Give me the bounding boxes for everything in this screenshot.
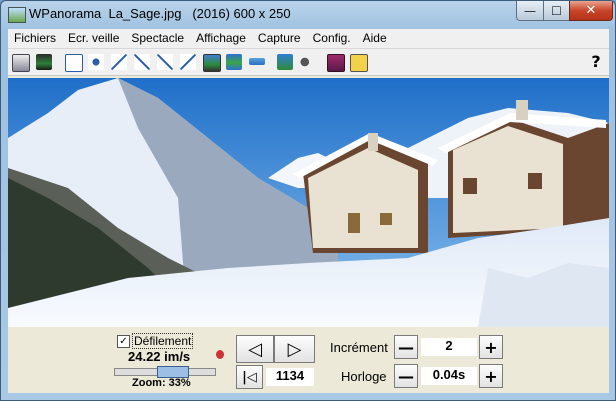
open-icon[interactable] (10, 52, 30, 72)
frame-field[interactable]: 1134 (266, 368, 314, 386)
clock-field[interactable]: 0.04s (421, 367, 477, 385)
increment-minus-button[interactable]: — (394, 335, 418, 359)
speed-indicator-icon (216, 350, 224, 359)
tree-icon[interactable] (275, 52, 295, 72)
minus-icon: — (398, 337, 414, 357)
clock-plus-button[interactable]: + (479, 364, 503, 388)
menu-affichage[interactable]: Affichage (190, 29, 252, 48)
increment-label: Incrément (330, 340, 388, 355)
increment-field[interactable]: 2 (421, 338, 477, 356)
menu-spectacle[interactable]: Spectacle (125, 29, 190, 48)
strip-icon[interactable] (247, 52, 267, 72)
expand-icon[interactable] (132, 52, 152, 72)
close-button[interactable]: ✕ (569, 1, 613, 21)
menu-bar: Fichiers Ecr. veille Spectacle Affichage… (8, 29, 609, 49)
toolbar: ? (8, 49, 609, 76)
clock-label: Horloge (341, 369, 387, 384)
app-icon (8, 7, 26, 23)
move-icon[interactable] (86, 52, 106, 72)
plus-icon: + (484, 366, 498, 386)
zoom-label: Zoom: 33% (132, 377, 191, 389)
scroll-checkbox[interactable]: ✓ (117, 335, 130, 348)
increment-plus-button[interactable]: + (479, 335, 503, 359)
title-bar[interactable]: WPanorama La_Sage.jpg (2016) 600 x 250 —… (1, 1, 615, 29)
client-area: Fichiers Ecr. veille Spectacle Affichage… (8, 29, 609, 393)
previous-button[interactable]: ◁ (236, 335, 274, 363)
menu-capture[interactable]: Capture (252, 29, 307, 48)
speed-value: 24.22 im/s (128, 349, 191, 364)
landscape-icon[interactable] (224, 52, 244, 72)
panorama-image (8, 78, 609, 327)
menu-ecr-veille[interactable]: Ecr. veille (62, 29, 125, 48)
minus-icon: — (398, 366, 414, 386)
shrink-diag-icon[interactable] (155, 52, 175, 72)
scroll-label[interactable]: Défilement (132, 333, 194, 349)
zoom-slider[interactable] (114, 366, 216, 378)
menu-fichiers[interactable]: Fichiers (8, 29, 62, 48)
panorama-view[interactable] (8, 78, 609, 327)
first-frame-button[interactable]: |◁ (236, 365, 263, 389)
control-panel: ✓ Défilement 24.22 im/s Zoom: 33% ◁ ▷ |◁… (8, 327, 609, 393)
menu-config[interactable]: Config. (307, 29, 357, 48)
panorama-icon[interactable] (201, 52, 221, 72)
image-icon[interactable] (34, 52, 54, 72)
menu-aide[interactable]: Aide (357, 29, 393, 48)
shrink-icon[interactable] (109, 52, 129, 72)
main-window: WPanorama La_Sage.jpg (2016) 600 x 250 —… (0, 0, 616, 401)
minimize-button[interactable]: — (516, 1, 544, 21)
next-button[interactable]: ▷ (274, 335, 315, 363)
book-icon[interactable] (325, 52, 345, 72)
clock-minus-button[interactable]: — (394, 364, 418, 388)
help-button[interactable]: ? (586, 52, 606, 72)
help-question-icon[interactable] (348, 52, 368, 72)
sound-icon[interactable] (298, 52, 318, 72)
maximize-button[interactable]: ☐ (543, 1, 570, 21)
plus-icon: + (484, 337, 498, 357)
fit-icon[interactable] (63, 52, 83, 72)
expand-diag-icon[interactable] (178, 52, 198, 72)
window-title: WPanorama La_Sage.jpg (2016) 600 x 250 (29, 6, 291, 21)
